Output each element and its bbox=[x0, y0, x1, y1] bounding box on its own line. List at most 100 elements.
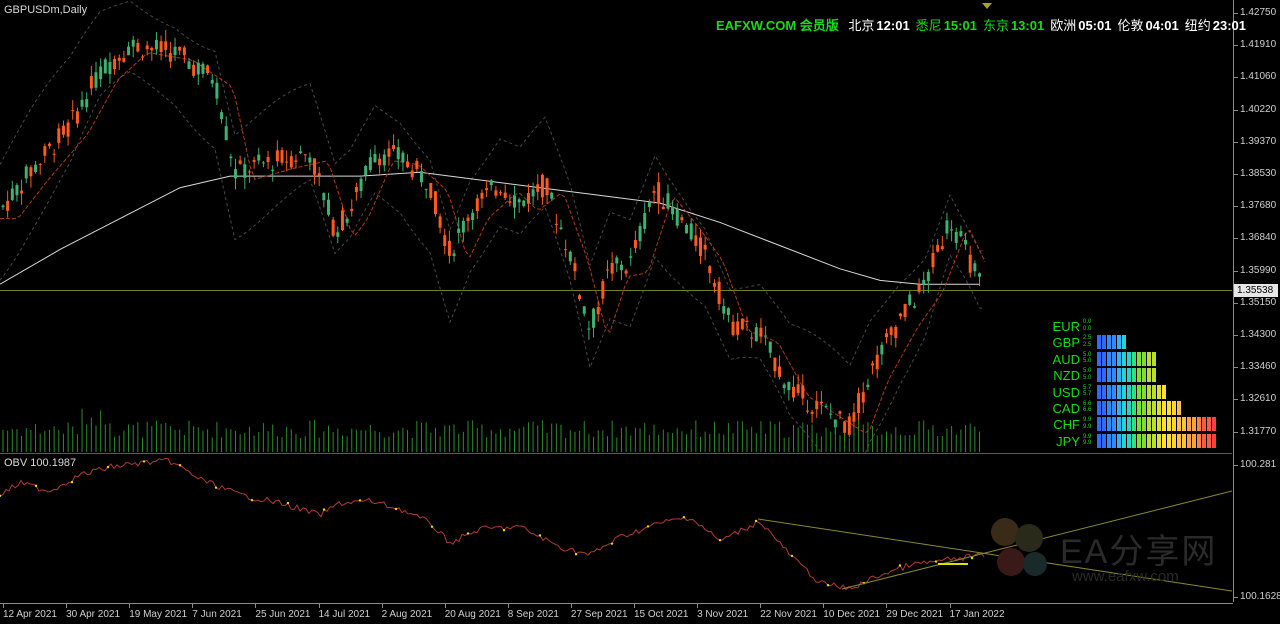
candle-body bbox=[206, 65, 210, 73]
candle-body bbox=[173, 46, 177, 56]
candle-body bbox=[554, 223, 558, 225]
candle-body bbox=[438, 216, 442, 228]
candle-body bbox=[954, 231, 958, 243]
candle-body bbox=[71, 110, 75, 112]
strength-value: 9.9 9.9 bbox=[1083, 433, 1092, 447]
strength-bars bbox=[1097, 351, 1157, 366]
candle-body bbox=[145, 45, 149, 50]
candle-body bbox=[313, 158, 317, 175]
currency-code: JPY bbox=[1056, 433, 1080, 449]
candle-body bbox=[447, 240, 451, 256]
candle-body bbox=[499, 192, 503, 194]
candle-body bbox=[10, 188, 14, 201]
candle-body bbox=[187, 61, 191, 69]
strength-row-gbp: GBP 2.5 2.5 bbox=[1040, 334, 1230, 350]
candle-body bbox=[522, 200, 526, 207]
candle-body bbox=[494, 190, 498, 196]
obv-signal-dot bbox=[70, 480, 74, 484]
candle-body bbox=[815, 401, 819, 410]
city-time: 东京 13:01 bbox=[982, 18, 1045, 33]
candle-body bbox=[666, 193, 670, 209]
candle-body bbox=[843, 421, 847, 433]
candle-body bbox=[926, 271, 930, 282]
candle-body bbox=[513, 195, 516, 208]
candle-body bbox=[638, 226, 642, 242]
candle-body bbox=[754, 327, 758, 342]
candle-body bbox=[210, 79, 214, 84]
obv-signal-dot bbox=[466, 532, 470, 535]
candle-body bbox=[485, 188, 489, 191]
candle-body bbox=[52, 153, 56, 155]
obv-signal-dot bbox=[142, 460, 146, 463]
candle-body bbox=[871, 363, 875, 366]
date-tick-label: 20 Aug 2021 bbox=[444, 604, 501, 620]
date-tick-label: 22 Nov 2021 bbox=[760, 604, 817, 620]
candle-body bbox=[866, 384, 870, 387]
candle-body bbox=[764, 335, 768, 337]
obv-signal-dot bbox=[250, 498, 254, 502]
candle-body bbox=[299, 151, 303, 154]
date-tick-label: 15 Oct 2021 bbox=[634, 604, 689, 620]
strength-row-usd: USD 5.7 5.7 bbox=[1040, 384, 1230, 400]
candle-body bbox=[829, 413, 833, 415]
candle-body bbox=[973, 263, 977, 272]
candle-body bbox=[699, 237, 702, 256]
candle-body bbox=[592, 308, 596, 328]
price-tick-label: 1.35990 bbox=[1233, 264, 1277, 276]
candle-body bbox=[201, 63, 205, 74]
obv-signal-dot bbox=[34, 484, 38, 488]
candle-body bbox=[229, 156, 233, 159]
candle-body bbox=[443, 235, 447, 247]
candle-body bbox=[103, 59, 107, 74]
moving-average-fast-line bbox=[0, 52, 986, 434]
candle-body bbox=[89, 76, 93, 89]
candle-body bbox=[619, 264, 623, 271]
candle-body bbox=[945, 220, 949, 234]
candle-body bbox=[573, 263, 577, 272]
candle-body bbox=[466, 217, 470, 221]
candle-body bbox=[508, 201, 512, 203]
candle-body bbox=[359, 178, 363, 192]
candle-body bbox=[489, 180, 493, 186]
candle-body bbox=[773, 357, 777, 372]
candle-body bbox=[150, 47, 154, 51]
time-axis[interactable]: 12 Apr 2021 30 Apr 2021 19 May 2021 7 Jun 2… bbox=[0, 603, 1233, 624]
candle-body bbox=[847, 416, 851, 435]
candle-body bbox=[401, 152, 405, 163]
candle-body bbox=[601, 281, 605, 299]
price-tick-label: 1.36840 bbox=[1233, 232, 1277, 244]
date-tick-label: 25 Jun 2021 bbox=[255, 604, 311, 620]
price-tick-label: 1.31770 bbox=[1233, 425, 1277, 437]
candle-body bbox=[192, 64, 196, 76]
candle-body bbox=[336, 232, 340, 237]
shift-marker-icon[interactable] bbox=[982, 3, 992, 9]
candle-body bbox=[917, 284, 921, 292]
candle-body bbox=[875, 354, 879, 370]
candle-body bbox=[117, 57, 121, 61]
candle-body bbox=[457, 228, 461, 233]
candle-body bbox=[564, 249, 568, 251]
price-axis[interactable]: 1.42750 1.41910 1.41060 1.40220 1.39370 1.385… bbox=[1233, 0, 1280, 602]
currency-strength-meter: EUR 0.0 0.0 GBP 2.5 2.5 AUD 5.0 5.0 NZD 5.0 5.0 USD 5… bbox=[1040, 318, 1230, 449]
strength-row-eur: EUR 0.0 0.0 bbox=[1040, 318, 1230, 334]
candle-body bbox=[936, 244, 940, 252]
currency-code: NZD bbox=[1053, 368, 1080, 384]
candle-body bbox=[889, 327, 893, 335]
strength-value: 5.0 5.0 bbox=[1083, 368, 1092, 381]
candle-body bbox=[280, 150, 284, 163]
candle-body bbox=[424, 188, 428, 190]
candle-body bbox=[629, 256, 633, 258]
indicator-label: OBV 100.1987 bbox=[4, 457, 77, 469]
candle-body bbox=[224, 126, 228, 141]
candle-body bbox=[475, 198, 479, 212]
obv-line bbox=[0, 457, 985, 591]
candle-body bbox=[303, 154, 307, 156]
candle-body bbox=[85, 99, 89, 108]
candle-body bbox=[708, 266, 712, 274]
world-clock: EAFXW.COM 会员版 北京 12:01 悉尼 15:01 东京 13:01 欧洲 05:… bbox=[716, 15, 1258, 34]
price-tick-label: 1.35150 bbox=[1233, 296, 1277, 308]
obv-signal-dot bbox=[646, 525, 650, 528]
city-time: 纽约 23:01 bbox=[1184, 18, 1246, 33]
candle-body bbox=[24, 166, 28, 179]
candle-body bbox=[396, 147, 400, 160]
